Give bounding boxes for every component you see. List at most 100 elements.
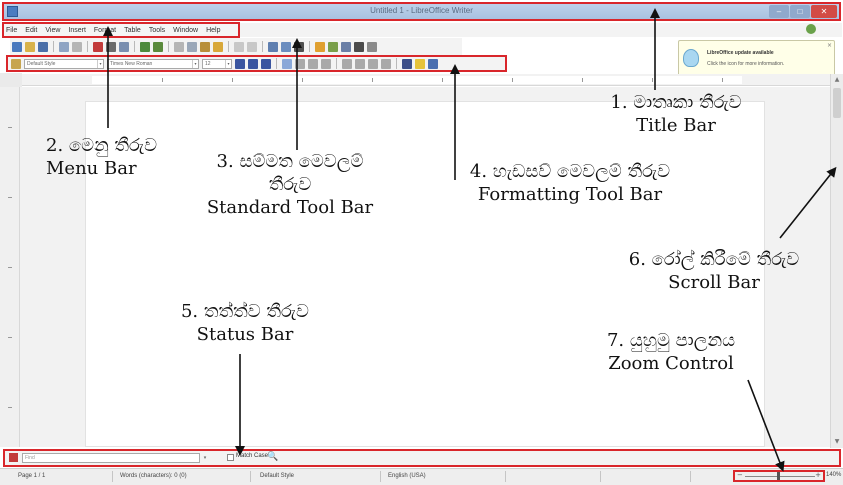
- maximize-button[interactable]: □: [790, 5, 810, 18]
- find-close-icon[interactable]: [9, 453, 18, 462]
- zoom-out-icon[interactable]: −: [737, 471, 743, 479]
- update-tray-icon[interactable]: [806, 24, 816, 34]
- font-size-select[interactable]: 12 ▾: [202, 58, 232, 69]
- menu-view[interactable]: View: [45, 27, 60, 34]
- redo-icon[interactable]: [247, 41, 257, 52]
- scroll-down-icon[interactable]: ▼: [833, 438, 841, 446]
- increase-indent-icon[interactable]: [381, 58, 391, 69]
- menu-bar-background: [240, 23, 842, 37]
- title-bar-label-si: 1. මාතෘකා තීරුව: [610, 92, 742, 113]
- match-case-checkbox[interactable]: [227, 454, 234, 461]
- menu-window[interactable]: Window: [173, 27, 198, 34]
- menu-edit[interactable]: Edit: [25, 27, 37, 34]
- update-message: Click the icon for more information.: [707, 61, 785, 67]
- open-icon[interactable]: [25, 41, 35, 52]
- menu-tools[interactable]: Tools: [149, 27, 165, 34]
- align-left-icon[interactable]: [282, 58, 292, 69]
- hyperlink-icon[interactable]: [268, 41, 278, 52]
- status-divider: [600, 471, 601, 482]
- ruler-tick: [8, 407, 12, 408]
- justify-icon[interactable]: [321, 58, 331, 69]
- find-input[interactable]: Find: [22, 453, 200, 463]
- paste-icon[interactable]: [200, 41, 210, 52]
- toolbar-separator: [168, 41, 169, 52]
- highlighting-icon[interactable]: [415, 58, 425, 69]
- status-page-count[interactable]: Page 1 / 1: [18, 473, 45, 479]
- find-replace-icon[interactable]: 🔍: [267, 452, 278, 462]
- update-title: LibreOffice update available: [707, 50, 774, 56]
- underline-icon[interactable]: [261, 58, 271, 69]
- export-pdf-icon[interactable]: [93, 41, 103, 52]
- menu-bar: File Edit View Insert Format Table Tools…: [2, 22, 240, 38]
- formatting-toolbar: Default Style ▾ Times New Roman ▾ 12 ▾: [6, 55, 507, 72]
- vertical-ruler[interactable]: [0, 87, 20, 447]
- undo-icon[interactable]: [234, 41, 244, 52]
- decrease-indent-icon[interactable]: [368, 58, 378, 69]
- clone-format-icon[interactable]: [213, 41, 223, 52]
- zoom-icon[interactable]: [367, 41, 377, 52]
- align-center-icon[interactable]: [295, 58, 305, 69]
- show-draw-functions-icon[interactable]: [294, 41, 304, 52]
- edit-mode-icon[interactable]: [72, 41, 82, 52]
- zoom-percentage[interactable]: 140%: [826, 472, 841, 478]
- paragraph-style-select[interactable]: Default Style ▾: [24, 58, 104, 69]
- chevron-down-icon: ▾: [192, 59, 198, 68]
- ruler-tick: [722, 78, 723, 82]
- scroll-bar-label-en: Scroll Bar: [668, 272, 760, 293]
- print-preview-icon[interactable]: [119, 41, 129, 52]
- email-icon[interactable]: [59, 41, 69, 52]
- status-divider: [112, 471, 113, 482]
- status-word-count[interactable]: Words (characters): 0 (0): [120, 473, 187, 479]
- menu-file[interactable]: File: [6, 27, 17, 34]
- menu-insert[interactable]: Insert: [68, 27, 86, 34]
- menu-help[interactable]: Help: [206, 27, 220, 34]
- background-color-icon[interactable]: [428, 58, 438, 69]
- cut-icon[interactable]: [174, 41, 184, 52]
- navigator-icon[interactable]: [315, 41, 325, 52]
- status-language[interactable]: English (USA): [388, 473, 426, 479]
- data-sources-icon[interactable]: [341, 41, 351, 52]
- ruler-tick: [512, 78, 513, 82]
- chevron-down-icon: ▾: [225, 59, 231, 68]
- scroll-up-icon[interactable]: ▲: [833, 76, 841, 84]
- bullets-icon[interactable]: [355, 58, 365, 69]
- font-name-select[interactable]: Times New Roman ▾: [107, 58, 199, 69]
- zoom-slider-track[interactable]: [745, 476, 815, 477]
- status-divider: [690, 471, 691, 482]
- close-button[interactable]: ✕: [811, 5, 837, 18]
- scrollbar-thumb[interactable]: [833, 88, 841, 118]
- new-document-icon[interactable]: [12, 41, 22, 52]
- update-notification[interactable]: LibreOffice update available Click the i…: [678, 40, 835, 77]
- copy-icon[interactable]: [187, 41, 197, 52]
- zoom-control[interactable]: − +: [733, 470, 825, 482]
- table-icon[interactable]: [281, 41, 291, 52]
- autocheck-icon[interactable]: [153, 41, 163, 52]
- notification-close-icon[interactable]: ×: [827, 42, 832, 49]
- status-page-style[interactable]: Default Style: [260, 473, 294, 479]
- gallery-icon[interactable]: [328, 41, 338, 52]
- font-size-value: 12: [205, 60, 211, 67]
- ruler-tick: [162, 78, 163, 82]
- menu-table[interactable]: Table: [124, 27, 141, 34]
- status-divider: [380, 471, 381, 482]
- styles-formatting-icon[interactable]: [11, 58, 21, 69]
- bold-icon[interactable]: [235, 58, 245, 69]
- save-icon[interactable]: [38, 41, 48, 52]
- find-dropdown-icon[interactable]: ▾: [201, 453, 209, 463]
- formatting-marks-icon[interactable]: [354, 41, 364, 52]
- zoom-control-label-si: 7. යුහුමු පාලනය: [606, 330, 736, 351]
- spellcheck-icon[interactable]: [140, 41, 150, 52]
- align-right-icon[interactable]: [308, 58, 318, 69]
- italic-icon[interactable]: [248, 58, 258, 69]
- font-color-icon[interactable]: [402, 58, 412, 69]
- menu-format[interactable]: Format: [94, 27, 116, 34]
- zoom-in-icon[interactable]: +: [815, 471, 821, 479]
- print-icon[interactable]: [106, 41, 116, 52]
- minimize-button[interactable]: –: [769, 5, 789, 18]
- status-bar-label-en: Status Bar: [196, 324, 294, 345]
- zoom-slider-knob[interactable]: [777, 472, 780, 480]
- horizontal-ruler[interactable]: [22, 74, 830, 86]
- numbering-icon[interactable]: [342, 58, 352, 69]
- ruler-tick: [302, 78, 303, 82]
- ruler-tick: [652, 78, 653, 82]
